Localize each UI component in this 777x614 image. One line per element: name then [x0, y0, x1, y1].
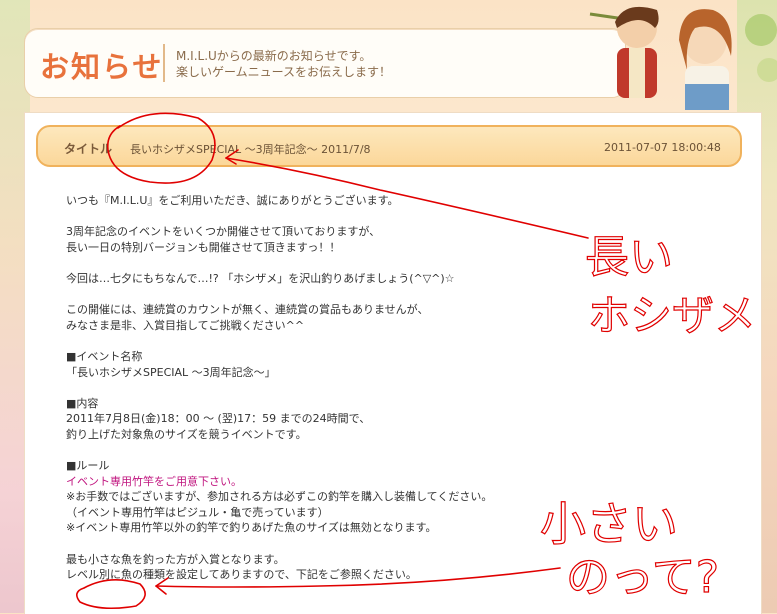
body-line: [66, 536, 626, 552]
body-line: （イベント専用竹竿はピジュル・亀で売っています）: [66, 505, 329, 519]
body-line: 最も小さな魚を釣った方が入賞となります。: [66, 552, 285, 566]
body-line: 3周年記念のイベントをいくつか開催させて頂いておりますが、: [66, 225, 381, 239]
body-line: [66, 443, 626, 459]
notice-title: 長いホシザメSPECIAL ～3周年記念～ 2011/7/8: [130, 143, 371, 156]
body-line: [66, 380, 626, 396]
notice-posted-at: 2011-07-07 18:00:48: [604, 141, 721, 154]
header-divider: [163, 44, 165, 82]
notice-title-label: タイトル: [64, 142, 113, 156]
header-subtitle-line2: 楽しいゲームニュースをお伝えします！: [176, 65, 392, 79]
body-line: 「長いホシザメSPECIAL ～3周年記念～」: [66, 365, 276, 379]
body-line: いつも『M.I.L.U』をご利用いただき、誠にありがとうございます。: [66, 194, 399, 207]
header-subtitle-line1: M.I.L.Uからの最新のお知らせです。: [176, 49, 372, 63]
section-heading: ■内容: [66, 396, 99, 410]
notice-body: いつも『M.I.L.U』をご利用いただき、誠にありがとうございます。 3周年記念…: [66, 193, 626, 583]
body-line: この開催には、連続賞のカウントが無く、連続賞の賞品もありませんが、: [66, 303, 429, 317]
body-line: [66, 287, 626, 303]
page-title: お知らせ: [40, 50, 164, 84]
body-line: [66, 209, 626, 225]
section-heading: ■ルール: [66, 459, 110, 473]
body-line: 今回は…七夕にもちなんで…!? 「ホシザメ」を沢山釣りあげましょう(^▽^)☆: [66, 271, 455, 285]
body-line: 釣り上げた対象魚のサイズを競うイベントです。: [66, 427, 307, 441]
header-subtitle: M.I.L.Uからの最新のお知らせです。 楽しいゲームニュースをお伝えします！: [176, 48, 391, 80]
body-line: みなさま是非、入賞目指してご挑戦ください^^: [66, 318, 305, 332]
body-line: 2011年7月8日(金)18：00 ～ (翌)17：59 までの24時間で、: [66, 412, 371, 426]
body-line: レベル別に魚の種類を設定してありますので、下記をご参照ください。: [66, 568, 417, 582]
highlight-line: イベント専用竹竿をご用意下さい。: [66, 474, 242, 488]
section-heading: ■イベント名称: [66, 349, 143, 363]
body-line: [66, 333, 626, 349]
body-line: ※お手数ではございますが、参加される方は必ずこの釣竿を購入し装備してください。: [66, 490, 493, 504]
body-line: [66, 255, 626, 271]
mascot-characters-illustration: [589, 6, 777, 110]
body-line: ※イベント専用竹竿以外の釣竿で釣りあげた魚のサイズは無効となります。: [66, 521, 437, 535]
body-line: 長い一日の特別バージョンも開催させて頂きますっ！！: [66, 240, 341, 254]
